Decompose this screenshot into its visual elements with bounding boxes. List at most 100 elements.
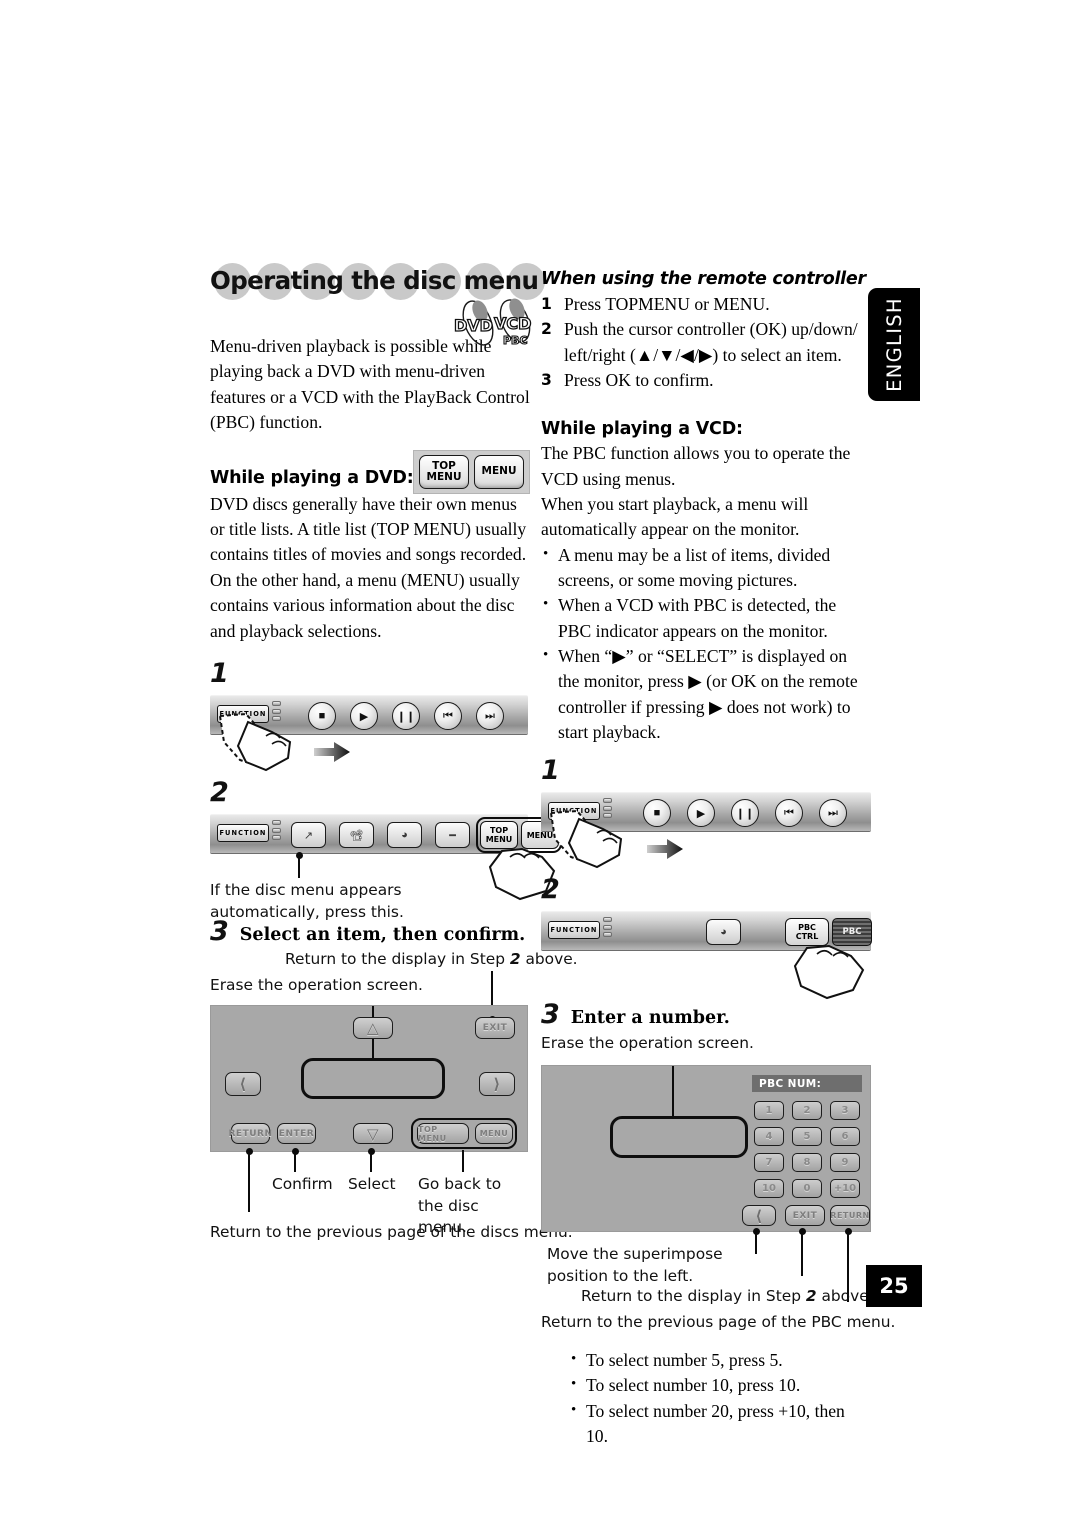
- num-key-9[interactable]: 9: [830, 1153, 860, 1173]
- menu-key: MENU: [474, 454, 524, 489]
- num-key-4[interactable]: 4: [754, 1127, 784, 1147]
- stop-icon[interactable]: ■: [308, 702, 336, 731]
- manual-page: Operating the disc menu DVD VCD PBC Menu…: [0, 0, 1080, 1528]
- function-button[interactable]: FUNCTION: [217, 705, 269, 724]
- osd-display-field: [610, 1116, 748, 1159]
- num-key-6[interactable]: 6: [830, 1127, 860, 1147]
- dvd-vcd-pbc-logo-icon: DVD VCD PBC: [448, 297, 544, 353]
- leader-line-confirm: [294, 1150, 297, 1173]
- subtitle-icon[interactable]: ━: [435, 822, 470, 849]
- num-key-plus10[interactable]: +10: [830, 1179, 860, 1199]
- vcd-bullet-2: When a VCD with PBC is detected, the PBC…: [541, 592, 871, 644]
- svg-text:PBC: PBC: [503, 334, 528, 347]
- pbc-ctrl-button[interactable]: PBC CTRL: [785, 918, 829, 947]
- remote-step-3: 3 Press OK to confirm.: [541, 368, 871, 393]
- right-arrow-icon: [314, 742, 350, 763]
- led-indicators: [272, 701, 281, 724]
- top-menu-button-line1: TOP: [489, 826, 509, 836]
- left-step2-caption: If the disc menu appears automatically, …: [210, 881, 404, 921]
- language-tab: ENGLISH: [868, 288, 920, 401]
- num-key-2[interactable]: 2: [792, 1101, 822, 1121]
- pbc-ctrl-line2: CTRL: [795, 932, 819, 942]
- leader-line-center: [672, 1066, 675, 1119]
- num-key-5[interactable]: 5: [792, 1127, 822, 1147]
- top-menu-key-line1: TOP: [432, 459, 456, 472]
- dvd-osd-panel: △ EXIT ⟨ ⟩ RETURN ENTER ▽ TOP MENU MENU: [210, 1005, 528, 1153]
- remote-step-2: 2 Push the cursor controller (OK) up/dow…: [541, 317, 871, 368]
- led-indicators: [603, 917, 612, 940]
- leader-line-return: [248, 1150, 251, 1213]
- remote-step-1: 1 Press TOPMENU or MENU.: [541, 292, 871, 317]
- arrow-diagonal-icon[interactable]: ↗: [291, 822, 326, 849]
- osd-top-menu-button[interactable]: TOP MENU: [417, 1123, 469, 1145]
- return-step-em: 2: [509, 950, 521, 969]
- next-track-icon[interactable]: ⏭: [476, 702, 504, 731]
- num-key-7[interactable]: 7: [754, 1153, 784, 1173]
- num-key-8[interactable]: 8: [792, 1153, 822, 1173]
- previous-track-icon[interactable]: ⏮: [434, 702, 462, 731]
- osd-left-button[interactable]: ⟨: [225, 1072, 261, 1097]
- pause-icon[interactable]: ❙❙: [731, 799, 759, 828]
- return-step-em: 2: [805, 1287, 817, 1306]
- remote-steps-list: 1 Press TOPMENU or MENU. 2 Push the curs…: [541, 292, 871, 393]
- pbc-num-title: PBC NUM:: [752, 1075, 862, 1093]
- left-column: Operating the disc menu DVD VCD PBC Menu…: [210, 262, 578, 1248]
- osd-down-button[interactable]: ▽: [353, 1123, 393, 1145]
- osd-return-button[interactable]: RETURN: [229, 1123, 272, 1145]
- pbc-ctrl-line1: PBC: [798, 923, 816, 933]
- right-step1-toolbar: FUNCTION ■ ▶ ❙❙ ⏮ ⏭: [541, 792, 871, 869]
- erase-screen-callout: Erase the operation screen.: [210, 976, 423, 995]
- left-step3-title: Select an item, then confirm.: [239, 925, 526, 946]
- osd-return-button[interactable]: RETURN: [830, 1205, 870, 1227]
- pointing-hand-icon: [793, 945, 865, 1000]
- right-step2-toolbar: FUNCTION ◕ PBC CTRL PBC: [541, 911, 872, 1000]
- osd-right-button[interactable]: ⟩: [479, 1072, 515, 1097]
- osd-menu-button[interactable]: MENU: [475, 1123, 513, 1145]
- right-arrow-icon: [647, 839, 683, 860]
- vcd-heading: While playing a VCD:: [541, 419, 743, 440]
- osd-exit-button[interactable]: EXIT: [475, 1017, 515, 1040]
- dvd-heading: While playing a DVD:: [210, 467, 414, 488]
- num-key-1[interactable]: 1: [754, 1101, 784, 1121]
- screen-icon[interactable]: 📽: [339, 822, 374, 849]
- osd-left-button[interactable]: ⟨: [742, 1205, 776, 1227]
- top-menu-button[interactable]: TOP MENU: [480, 821, 518, 850]
- play-icon[interactable]: ▶: [687, 799, 715, 828]
- remote-step-2-text: Push the cursor controller (OK) up/down/…: [564, 319, 858, 365]
- label-previous-page: Return to the previous page of the PBC m…: [541, 1313, 896, 1332]
- stop-icon[interactable]: ■: [643, 799, 671, 828]
- num-key-0[interactable]: 0: [792, 1179, 822, 1199]
- pbc-active-button[interactable]: PBC: [832, 918, 872, 947]
- next-track-icon[interactable]: ⏭: [819, 799, 847, 828]
- osd-enter-button[interactable]: ENTER: [277, 1123, 316, 1145]
- function-button[interactable]: FUNCTION: [548, 802, 600, 821]
- right-step1-number: 1: [541, 755, 560, 787]
- pause-icon[interactable]: ❙❙: [392, 702, 420, 731]
- vcd-bullet-list: A menu may be a list of items, divided s…: [541, 542, 871, 745]
- remote-step-1-text: Press TOPMENU or MENU.: [564, 294, 770, 314]
- left-step2-toolbar: FUNCTION ↗ 📽 ◕ ━ TOP MENU MENU: [210, 814, 562, 901]
- note-1: To select number 5, press 5.: [569, 1347, 871, 1373]
- audio-icon[interactable]: ◕: [387, 822, 422, 849]
- function-button[interactable]: FUNCTION: [548, 921, 600, 940]
- play-icon[interactable]: ▶: [350, 702, 378, 731]
- pbc-osd-panel: PBC NUM: 1 2 3 4 5 6 7 8 9 10 0 +10 ⟨ EX…: [541, 1065, 871, 1233]
- page-number: 25: [866, 1265, 922, 1307]
- previous-track-icon[interactable]: ⏮: [775, 799, 803, 828]
- vcd-bullet-1: A menu may be a list of items, divided s…: [541, 542, 871, 594]
- osd-exit-button[interactable]: EXIT: [785, 1205, 825, 1227]
- label-move-left: Move the superimpose position to the lef…: [547, 1245, 723, 1285]
- language-tab-label: ENGLISH: [882, 297, 906, 392]
- menu-key-line1: MENU: [481, 465, 517, 478]
- right-step3-header: 3 Enter a number.: [541, 1001, 871, 1028]
- top-menu-menu-key-illustration: TOP MENU MENU: [413, 449, 530, 494]
- remote-step-3-text: Press OK to confirm.: [564, 369, 714, 390]
- function-button[interactable]: FUNCTION: [217, 824, 269, 843]
- audio-icon[interactable]: ◕: [706, 919, 741, 946]
- page-title: Operating the disc menu: [210, 266, 539, 295]
- num-key-3[interactable]: 3: [830, 1101, 860, 1121]
- num-key-10[interactable]: 10: [754, 1179, 784, 1199]
- note-2: To select number 10, press 10.: [569, 1372, 871, 1398]
- osd-up-button[interactable]: △: [353, 1017, 393, 1040]
- vcd-body-1: The PBC function allows you to operate t…: [541, 443, 851, 489]
